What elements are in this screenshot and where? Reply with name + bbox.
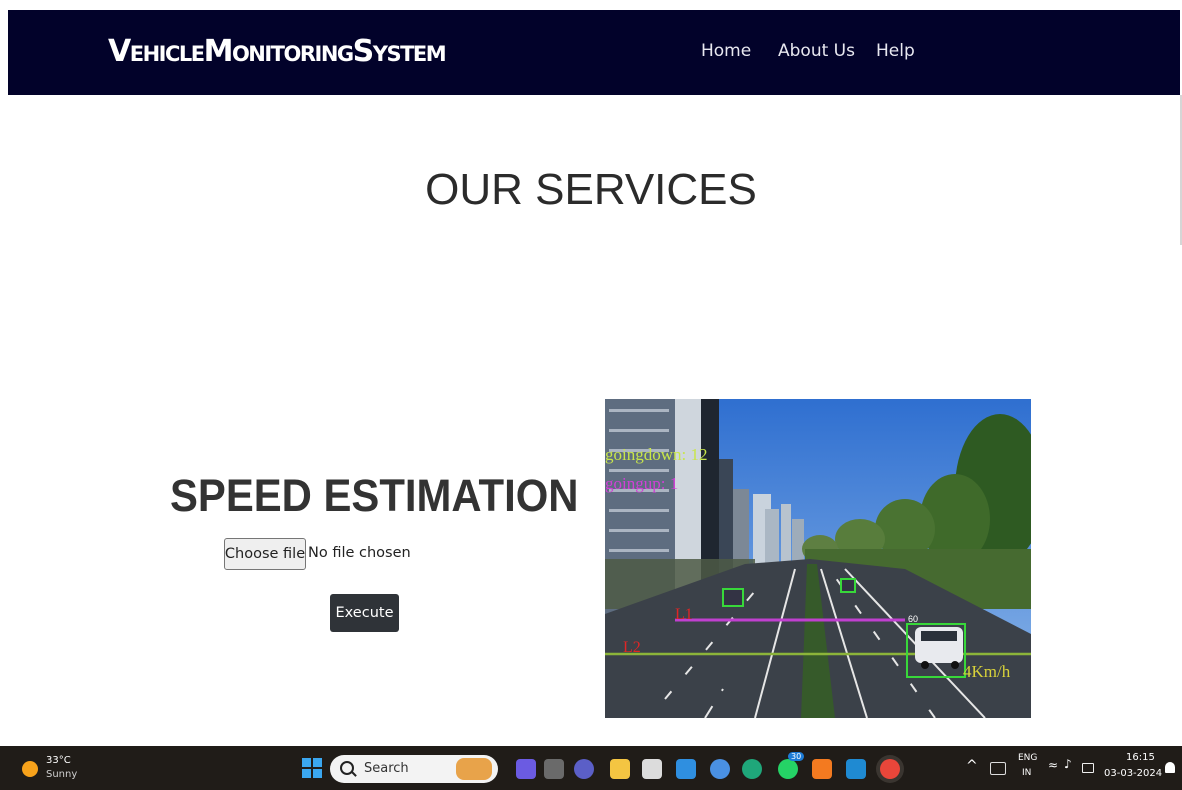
vscode-icon[interactable] — [846, 759, 866, 779]
file-status-text: No file chosen — [308, 545, 411, 561]
page-title: OUR SERVICES — [425, 165, 757, 214]
mail-icon[interactable] — [676, 759, 696, 779]
weather-temp: 33°C — [46, 755, 71, 766]
execute-button[interactable]: Execute — [330, 594, 399, 632]
language-line1[interactable]: ENG — [1018, 753, 1037, 763]
search-icon-handle — [351, 771, 357, 777]
xampp-icon[interactable] — [812, 759, 832, 779]
brand-logo[interactable]: VehicleMonitoringSystem — [108, 34, 447, 69]
weather-desc: Sunny — [46, 769, 78, 780]
wifi-icon[interactable]: ≈ — [1048, 758, 1058, 772]
going-up-count: goingup: 1 — [605, 474, 678, 493]
line-label-l2: L2 — [623, 639, 641, 656]
nav-link-home[interactable]: Home — [701, 41, 751, 61]
keyboard-icon[interactable] — [990, 762, 1006, 775]
vehicle-detection-2 — [840, 578, 856, 593]
speaker-icon[interactable]: ♪ — [1064, 757, 1072, 771]
vehicle-id-label: 60 — [908, 614, 918, 624]
speed-label: 4Km/h — [963, 662, 1011, 681]
battery-icon[interactable] — [1082, 763, 1094, 773]
meet-icon[interactable] — [574, 759, 594, 779]
task-view-icon[interactable] — [544, 759, 564, 779]
edge-icon[interactable] — [742, 759, 762, 779]
whatsapp-icon[interactable] — [778, 759, 798, 779]
clock-date[interactable]: 03-03-2024 — [1104, 768, 1162, 779]
search-label: Search — [364, 761, 409, 776]
top-navbar: VehicleMonitoringSystem Home About Us He… — [8, 10, 1180, 95]
windows-start-icon[interactable] — [302, 758, 322, 778]
speed-estimation-preview: goingdown: 12 goingup: 1 L1 L2 60 4Km/h — [605, 399, 1031, 718]
vehicle-detection-1 — [722, 588, 744, 607]
store-icon[interactable] — [642, 759, 662, 779]
copilot-icon[interactable] — [516, 759, 536, 779]
service-title: SPEED ESTIMATION — [170, 470, 579, 521]
sun-icon — [22, 761, 38, 777]
chevron-up-icon[interactable]: ^ — [966, 758, 978, 774]
bell-icon[interactable] — [1165, 762, 1175, 773]
search-highlight-icon — [456, 758, 492, 780]
going-down-count: goingdown: 12 — [605, 445, 707, 464]
nav-link-help[interactable]: Help — [876, 41, 915, 61]
nav-link-about-us[interactable]: About Us — [778, 41, 855, 61]
weather-widget[interactable]: 33°C Sunny — [22, 754, 82, 784]
chrome-icon[interactable] — [710, 759, 730, 779]
line-label-l1: L1 — [675, 606, 693, 623]
chrome-active-icon[interactable] — [880, 759, 900, 779]
language-line2[interactable]: IN — [1022, 768, 1031, 778]
file-explorer-icon[interactable] — [610, 759, 630, 779]
taskbar-search-box[interactable]: Search — [330, 755, 498, 783]
windows-taskbar: 33°C Sunny Search 30 ^ ENG IN ≈ ♪ 16:15 … — [0, 746, 1182, 790]
choose-file-button[interactable]: Choose file — [224, 538, 306, 570]
clock-time[interactable]: 16:15 — [1126, 752, 1155, 763]
whatsapp-badge: 30 — [788, 752, 805, 761]
